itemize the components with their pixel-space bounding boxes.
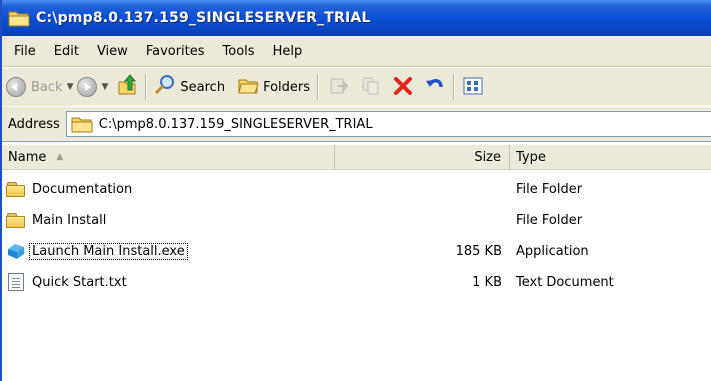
title-bar[interactable]: C:\pmp8.0.137.159_SINGLESERVER_TRIAL (2, 0, 711, 36)
back-button[interactable]: Back (6, 77, 63, 97)
file-name: Launch Main Install.exe (29, 242, 188, 260)
address-bar: Address C:\pmp8.0.137.159_SINGLESERVER_T… (2, 106, 711, 142)
window-title: C:\pmp8.0.137.159_SINGLESERVER_TRIAL (36, 10, 371, 26)
explorer-window: C:\pmp8.0.137.159_SINGLESERVER_TRIAL Fil… (0, 0, 711, 381)
forward-arrow-icon (77, 77, 98, 97)
address-input[interactable]: C:\pmp8.0.137.159_SINGLESERVER_TRIAL (65, 111, 711, 137)
views-icon[interactable] (462, 75, 484, 100)
delete-icon[interactable] (392, 75, 414, 100)
file-row-main-install[interactable]: Main Install File Folder (2, 205, 711, 235)
file-size: 185 KB (455, 243, 502, 259)
file-row-documentation[interactable]: Documentation File Folder (2, 174, 711, 204)
forward-dropdown-icon[interactable]: ▼ (101, 82, 108, 92)
menu-edit[interactable]: Edit (54, 44, 79, 59)
column-size-label: Size (474, 149, 501, 165)
list-header: Name ▲ Size Type (2, 145, 711, 170)
text-file-icon (8, 273, 24, 291)
folders-icon (237, 75, 259, 99)
menu-tools[interactable]: Tools (223, 44, 255, 59)
menu-favorites[interactable]: Favorites (146, 44, 205, 59)
folders-button[interactable]: Folders (237, 75, 310, 99)
back-label: Back (31, 79, 63, 95)
move-to-icon[interactable] (328, 75, 350, 100)
address-label: Address (8, 116, 60, 132)
folder-icon (6, 181, 26, 197)
column-header-type[interactable]: Type (510, 145, 711, 169)
file-row-launch-main-install[interactable]: Launch Main Install.exe 185 KB Applicati… (2, 236, 711, 266)
search-button[interactable]: Search (154, 74, 225, 100)
forward-button[interactable] (77, 77, 98, 97)
search-icon (154, 74, 176, 100)
search-label: Search (180, 79, 226, 95)
folder-icon (8, 9, 30, 27)
toolbar-separator (453, 74, 456, 100)
menu-bar: File Edit View Favorites Tools Help (2, 36, 711, 67)
menu-help[interactable]: Help (273, 44, 303, 59)
folder-icon (6, 212, 26, 228)
copy-to-icon[interactable] (360, 75, 382, 100)
column-header-size[interactable]: Size (335, 145, 510, 169)
up-folder-icon (116, 74, 138, 100)
file-name: Main Install (32, 212, 107, 228)
column-header-name[interactable]: Name ▲ (2, 145, 335, 169)
application-icon (6, 242, 26, 260)
menu-file[interactable]: File (14, 44, 36, 59)
toolbar: Back ▼ ▼ Search Folders (2, 67, 711, 107)
file-size: 1 KB (472, 274, 502, 290)
undo-icon[interactable] (424, 75, 446, 100)
sort-ascending-icon: ▲ (56, 152, 64, 162)
up-folder-button[interactable] (116, 74, 138, 100)
folder-icon (71, 115, 93, 133)
file-type: Text Document (516, 274, 614, 290)
file-name: Quick Start.txt (32, 274, 127, 290)
folders-label: Folders (263, 79, 311, 95)
toolbar-separator (317, 74, 320, 100)
file-list: Name ▲ Size Type Documentation File Fold… (2, 141, 711, 381)
column-type-label: Type (516, 149, 546, 165)
file-row-quick-start[interactable]: Quick Start.txt 1 KB Text Document (2, 267, 711, 297)
address-value: C:\pmp8.0.137.159_SINGLESERVER_TRIAL (98, 116, 373, 132)
file-type: Application (516, 243, 589, 259)
back-arrow-icon (6, 77, 26, 97)
menu-view[interactable]: View (97, 44, 128, 59)
toolbar-separator (145, 74, 148, 100)
file-type: File Folder (516, 181, 583, 197)
back-dropdown-icon[interactable]: ▼ (67, 82, 74, 92)
file-type: File Folder (516, 212, 583, 228)
column-name-label: Name (8, 149, 47, 165)
file-name: Documentation (32, 181, 133, 197)
